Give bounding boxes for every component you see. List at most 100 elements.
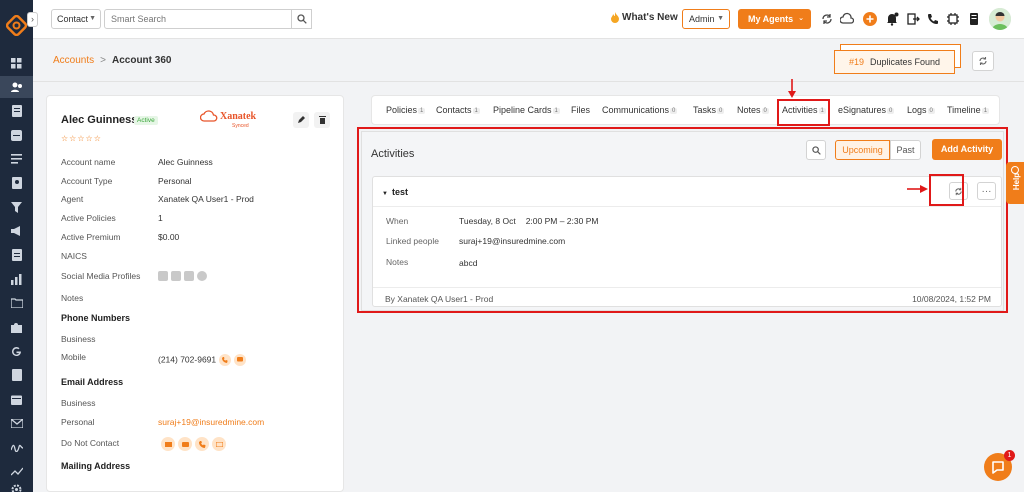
- delete-account-button[interactable]: [314, 112, 330, 128]
- chip-icon[interactable]: [946, 12, 960, 26]
- dnc-sms-toggle[interactable]: [178, 437, 192, 451]
- dnc-mail-toggle[interactable]: [212, 437, 226, 451]
- chat-launcher-button[interactable]: 1: [984, 450, 1015, 481]
- tab-contacts[interactable]: Contacts 1: [436, 105, 480, 115]
- logout-icon[interactable]: [906, 12, 920, 26]
- smart-search-input[interactable]: [104, 9, 312, 29]
- sidebar-item-dashboard[interactable]: [0, 52, 33, 74]
- bell-icon[interactable]: [885, 12, 899, 26]
- field-label: NAICS: [61, 251, 87, 261]
- personal-email-link[interactable]: suraj+19@insuredmine.com: [158, 417, 264, 427]
- megaphone-icon: [10, 226, 20, 236]
- breadcrumb-accounts-link[interactable]: Accounts: [53, 55, 94, 66]
- add-activity-button[interactable]: Add Activity: [932, 139, 1002, 160]
- sidebar-item-filter[interactable]: [0, 196, 33, 218]
- field-label: Account Type: [61, 176, 113, 186]
- sidebar-item-contacts[interactable]: [0, 172, 33, 194]
- report-icon: [11, 249, 22, 261]
- phone-icon[interactable]: [926, 12, 940, 26]
- caret-down-icon: ▼: [382, 191, 388, 197]
- refresh-icon: [979, 57, 987, 65]
- sidebar-item-settings[interactable]: [0, 478, 33, 492]
- field-label: Social Media Profiles: [61, 271, 141, 281]
- field-label: Business: [61, 334, 96, 344]
- facebook-icon[interactable]: [171, 270, 181, 281]
- search-icon: [811, 145, 821, 155]
- field-value: Xanatek QA User1 - Prod: [158, 194, 254, 204]
- field-label: Account name: [61, 157, 116, 167]
- activities-search-button[interactable]: [806, 140, 826, 160]
- whats-new-link[interactable]: What's New: [611, 12, 678, 23]
- annotation-arrow-right-icon: [907, 185, 928, 193]
- sidebar-item-campaigns[interactable]: [0, 220, 33, 242]
- sidebar-item-mail[interactable]: [0, 412, 33, 434]
- tab-esignatures[interactable]: eSignatures 0: [838, 105, 895, 115]
- activity-card-footer: By Xanatek QA User1 - Prod 10/08/2024, 1…: [373, 287, 1001, 307]
- field-label: Business: [61, 398, 96, 408]
- mobile-phone-row: (214) 702-9691: [158, 354, 247, 366]
- tab-pipeline-cards[interactable]: Pipeline Cards 1: [493, 105, 560, 115]
- tab-upcoming[interactable]: Upcoming: [835, 140, 890, 160]
- activity-field-label: Notes: [386, 257, 409, 267]
- sidebar-item-apps[interactable]: [0, 316, 33, 338]
- sms-phone-button[interactable]: [234, 354, 247, 366]
- activity-created-by: By Xanatek QA User1 - Prod: [385, 294, 494, 304]
- sidebar-item-pipelines[interactable]: [0, 148, 33, 170]
- my-agents-button[interactable]: My Agents ⌄: [738, 9, 811, 29]
- trend-icon: [10, 467, 23, 476]
- rating-stars[interactable]: ☆☆☆☆☆: [61, 134, 102, 143]
- dashboard-icon: [11, 57, 22, 68]
- sidebar-item-policies[interactable]: [0, 100, 33, 122]
- sidebar-item-signature[interactable]: [0, 436, 33, 458]
- sidebar-item-analytics[interactable]: [0, 268, 33, 290]
- tab-count: 1: [552, 107, 560, 114]
- highlight-activities-tab: [777, 99, 830, 126]
- twitter-icon[interactable]: [184, 270, 194, 281]
- call-phone-button[interactable]: [219, 354, 232, 366]
- contact-card-icon: [11, 177, 22, 189]
- contact-type-select[interactable]: Contact ▼: [51, 9, 101, 29]
- sidebar-item-google[interactable]: [0, 340, 33, 362]
- tab-logs[interactable]: Logs 0: [907, 105, 935, 115]
- refresh-duplicates-button[interactable]: [972, 51, 994, 71]
- tab-notes[interactable]: Notes 0: [737, 105, 769, 115]
- xanatek-logo: Xanatek Synced: [200, 110, 260, 132]
- dnc-call-toggle[interactable]: [195, 437, 209, 451]
- search-icon: [296, 14, 307, 24]
- sidebar-item-calendar[interactable]: [0, 388, 33, 410]
- sidebar-toggle-button[interactable]: ›: [27, 12, 38, 27]
- activity-linked-value[interactable]: suraj+19@insuredmine.com: [459, 236, 565, 246]
- cloud-icon[interactable]: [840, 12, 854, 26]
- linkedin-icon[interactable]: [158, 270, 168, 281]
- left-sidebar: ›: [0, 0, 38, 492]
- search-button[interactable]: [291, 9, 312, 29]
- globe-icon[interactable]: [197, 270, 207, 281]
- sidebar-item-accounts[interactable]: [0, 76, 33, 98]
- sidebar-item-notes[interactable]: [0, 364, 33, 386]
- social-media-icons: [158, 270, 210, 281]
- sidebar-item-cards[interactable]: [0, 124, 33, 146]
- sidebar-item-reports[interactable]: [0, 244, 33, 266]
- help-tab[interactable]: Help: [1006, 162, 1024, 204]
- logo-subtext: Synced: [232, 123, 249, 129]
- duplicates-found-button[interactable]: #19 Duplicates Found: [834, 50, 955, 74]
- admin-select-label: Admin: [689, 14, 715, 24]
- tab-communications[interactable]: Communications 0: [602, 105, 678, 115]
- tab-files[interactable]: Files: [571, 105, 590, 115]
- edit-account-button[interactable]: [293, 112, 309, 128]
- sync-icon[interactable]: [820, 12, 834, 26]
- tab-policies[interactable]: Policies 1: [386, 105, 426, 115]
- tab-tasks[interactable]: Tasks 0: [693, 105, 725, 115]
- admin-select[interactable]: Admin ▼: [682, 9, 730, 29]
- dnc-email-toggle[interactable]: [161, 437, 175, 451]
- database-icon[interactable]: [967, 12, 981, 26]
- plus-circle-icon[interactable]: [863, 12, 877, 26]
- tab-past[interactable]: Past: [890, 140, 921, 160]
- sidebar-item-folders[interactable]: [0, 292, 33, 314]
- avatar-icon: [989, 8, 1011, 30]
- flame-icon: [611, 12, 619, 23]
- activity-when-value: Tuesday, 8 Oct 2:00 PM – 2:30 PM: [459, 216, 598, 226]
- user-avatar[interactable]: [989, 8, 1011, 30]
- activity-more-button[interactable]: ···: [977, 182, 996, 200]
- tab-timeline[interactable]: Timeline 1: [947, 105, 990, 115]
